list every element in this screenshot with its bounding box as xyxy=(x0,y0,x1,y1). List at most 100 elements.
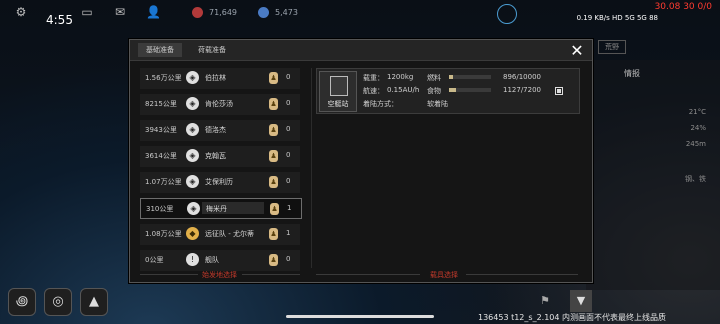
info-header[interactable]: 情报 xyxy=(624,68,640,79)
resource-b-value: 5,473 xyxy=(275,8,298,17)
departure-row[interactable]: 8215公里 ◈ 肯伦莎汤 ♟ 0 xyxy=(140,94,300,115)
gear-icon[interactable]: ⚙ xyxy=(14,6,28,18)
debug-readout: 30.08 30 0/0 xyxy=(654,2,712,12)
load-value: 1200kg xyxy=(387,73,414,81)
departure-row[interactable]: 3614公里 ◈ 克翰瓦 ♟ 0 xyxy=(140,146,300,167)
resource-a-value: 71,649 xyxy=(209,8,237,17)
departure-name: 德洛杰 xyxy=(205,126,226,134)
mail-icon[interactable]: ✉ xyxy=(113,6,127,18)
auto-supply-checkbox[interactable] xyxy=(555,87,563,95)
departure-row[interactable]: 3943公里 ◈ 德洛杰 ♟ 0 xyxy=(140,120,300,141)
departure-name: 艾保利历 xyxy=(205,178,233,186)
terrain-button[interactable]: ▲ xyxy=(80,288,108,316)
landing-label: 着陆方式： xyxy=(363,100,398,108)
departure-name: 克翰瓦 xyxy=(205,152,226,160)
flag-icon[interactable]: ⚑ xyxy=(540,294,558,312)
departure-row[interactable]: 1.08万公里 ◆ 远征队 - 尤尔蒂 ♟ 1 xyxy=(140,224,300,245)
temperature-value: 21°C xyxy=(688,108,706,116)
food-value: 1127/7200 xyxy=(503,86,541,94)
speed-value: 0.15AU/h xyxy=(387,86,420,94)
column-divider xyxy=(311,68,312,268)
crew-icon: ♟ xyxy=(269,98,278,110)
waypoint-icon: ◈ xyxy=(186,149,199,162)
version-watermark: 136453 t12_s_2.104 内测画面不代表最终上线品质 xyxy=(478,313,667,322)
departure-distance: 8215公里 xyxy=(145,100,177,108)
departure-name: 肯伦莎汤 xyxy=(205,100,233,108)
landing-value: 软着陆 xyxy=(427,100,448,108)
divider-line xyxy=(466,274,578,275)
humidity-value: 24% xyxy=(690,124,706,132)
expedition-icon: ◆ xyxy=(186,227,199,240)
departure-row[interactable]: 0公里 ! 舰队 ♟ 0 xyxy=(140,250,300,271)
confirm-down-button[interactable]: ▼ xyxy=(570,290,592,312)
crew-count: 0 xyxy=(286,73,291,81)
food-bar-fill xyxy=(449,88,456,92)
airship-icon xyxy=(330,76,348,96)
speed-label: 航速： xyxy=(363,87,384,95)
crew-icon: ♟ xyxy=(269,176,278,188)
departure-row[interactable]: 1.07万公里 ◈ 艾保利历 ♟ 0 xyxy=(140,172,300,193)
clock: 4:55 xyxy=(46,13,73,27)
person-icon[interactable]: 👤 xyxy=(146,6,161,18)
system-status: 0.19 KB/s HD 5G 5G 88 xyxy=(576,14,658,22)
divider-line xyxy=(242,274,300,275)
tab-basic-prep[interactable]: 基础准备 xyxy=(138,43,182,57)
departure-row-selected[interactable]: 310公里 ◈ 梅米丹 ♟ 1 xyxy=(140,198,302,219)
crew-icon: ♟ xyxy=(270,203,279,215)
chat-icon[interactable]: ▭ xyxy=(80,6,94,18)
altitude-value: 245m xyxy=(685,140,706,148)
radar-icon[interactable] xyxy=(497,4,517,24)
vehicle-card[interactable]: 空艇站 载重： 1200kg 航速： 0.15AU/h 着陆方式： 软着陆 燃料… xyxy=(316,68,580,114)
departure-name: 伯拉林 xyxy=(205,74,226,82)
waypoint-icon: ◈ xyxy=(186,175,199,188)
modal-tabs: 基础准备 荷载准备 ✕ xyxy=(130,40,592,61)
carrier-section-label: 载具选择 xyxy=(430,271,458,279)
divider-line xyxy=(316,274,420,275)
fuel-bar-fill xyxy=(449,75,453,79)
load-label: 载重： xyxy=(363,74,384,82)
departure-row[interactable]: 1.56万公里 ◈ 伯拉林 ♟ 0 xyxy=(140,68,300,89)
fuel-value: 896/10000 xyxy=(503,73,541,81)
orbit-button[interactable]: ◎ xyxy=(44,288,72,316)
waypoint-icon: ◈ xyxy=(187,202,200,215)
crew-count: 0 xyxy=(286,151,291,159)
fuel-bar xyxy=(449,75,491,79)
crew-icon: ♟ xyxy=(269,72,278,84)
info-panel: 荒野 情报 21°C 24% 245m 钢、铁 xyxy=(586,40,720,290)
tab-load-prep[interactable]: 荷载准备 xyxy=(190,43,234,57)
departure-distance: 1.07万公里 xyxy=(145,178,182,186)
vehicle-name: 空艇站 xyxy=(327,100,349,108)
departure-distance: 3614公里 xyxy=(145,152,177,160)
crew-count: 0 xyxy=(286,99,291,107)
food-label: 食物 xyxy=(427,87,441,95)
close-icon[interactable]: ✕ xyxy=(568,42,586,59)
terrain-tag: 荒野 xyxy=(598,40,626,54)
resource-a: 71,649 xyxy=(192,7,237,18)
departure-distance: 310公里 xyxy=(146,205,174,213)
crew-count: 0 xyxy=(286,255,291,263)
expedition-prep-modal: 基础准备 荷载准备 ✕ 1.56万公里 ◈ 伯拉林 ♟ 0 8215公里 ◈ 肯… xyxy=(129,39,593,283)
crew-count: 0 xyxy=(286,125,291,133)
resources-value: 钢、铁 xyxy=(685,175,706,183)
departure-distance: 0公里 xyxy=(145,256,164,264)
waypoint-icon: ◈ xyxy=(186,71,199,84)
vehicle-thumbnail[interactable]: 空艇站 xyxy=(319,71,357,112)
vortex-button[interactable]: ꩜ xyxy=(8,288,36,316)
crew-count: 0 xyxy=(286,177,291,185)
resource-b-icon xyxy=(258,7,269,18)
food-bar xyxy=(449,88,491,92)
crew-count: 1 xyxy=(286,229,291,237)
crew-icon: ♟ xyxy=(269,254,278,266)
resource-b: 5,473 xyxy=(258,7,298,18)
departure-section-label: 始发地选择 xyxy=(202,271,237,279)
crew-icon: ♟ xyxy=(269,150,278,162)
departure-name: 梅米丹 xyxy=(206,205,227,213)
home-indicator[interactable] xyxy=(286,315,434,318)
departure-distance: 1.56万公里 xyxy=(145,74,182,82)
departure-distance: 1.08万公里 xyxy=(145,230,182,238)
fleet-icon: ! xyxy=(186,253,199,266)
departure-name: 舰队 xyxy=(205,256,219,264)
crew-icon: ♟ xyxy=(269,124,278,136)
fuel-label: 燃料 xyxy=(427,74,441,82)
departure-name: 远征队 - 尤尔蒂 xyxy=(205,230,254,238)
